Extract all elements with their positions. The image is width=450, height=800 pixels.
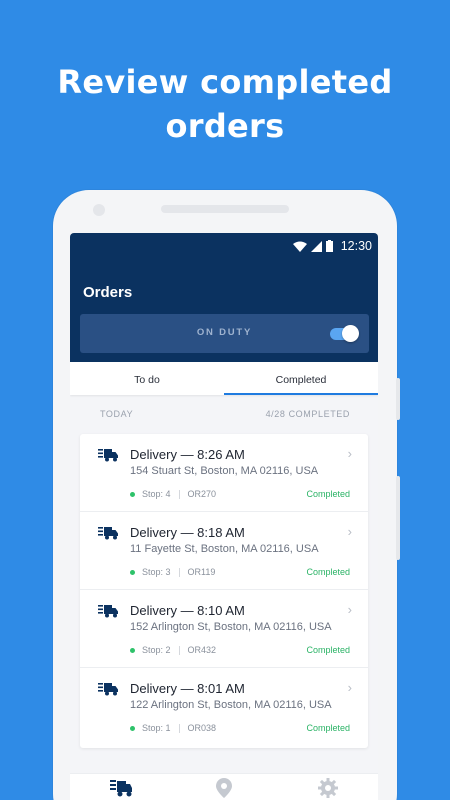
order-row[interactable]: Delivery — 8:01 AM 122 Arlington St, Bost… xyxy=(80,668,368,746)
order-stop: Stop: 1 xyxy=(142,723,171,733)
order-address: 122 Arlington St, Boston, MA 02116, USA xyxy=(130,699,332,711)
speaker-grille xyxy=(161,205,289,213)
section-header: TODAY 4/28 COMPLETED xyxy=(100,409,350,419)
chevron-right-icon[interactable]: › xyxy=(348,524,352,539)
order-stop: Stop: 4 xyxy=(142,489,171,499)
order-stop: Stop: 2 xyxy=(142,645,171,655)
chevron-right-icon[interactable]: › xyxy=(348,602,352,617)
status-badge: Completed xyxy=(306,723,350,733)
divider xyxy=(178,567,180,577)
clock: 12:30 xyxy=(340,239,372,253)
status-bar: 12:30 xyxy=(292,237,372,255)
phone-side-button xyxy=(396,378,400,420)
delivery-truck-icon xyxy=(98,605,118,618)
tab-to-do[interactable]: To do xyxy=(70,362,224,395)
phone-screen: 12:30 Orders ON DUTY To do Completed TOD… xyxy=(70,233,378,800)
completed-count: 4/28 COMPLETED xyxy=(265,409,350,419)
order-row[interactable]: Delivery — 8:26 AM 154 Stuart St, Boston,… xyxy=(80,434,368,512)
order-meta: Stop: 3 OR119 xyxy=(130,567,215,577)
status-dot xyxy=(130,725,135,731)
divider xyxy=(178,723,180,733)
order-title: Delivery — 8:26 AM xyxy=(130,447,245,462)
tab-bar: To do Completed xyxy=(70,362,378,395)
status-badge: Completed xyxy=(306,489,350,499)
order-row[interactable]: Delivery — 8:10 AM 152 Arlington St, Bost… xyxy=(80,590,368,668)
order-code: OR270 xyxy=(187,489,217,499)
bottom-navigation xyxy=(70,773,378,800)
headline-line-1: Review completed xyxy=(57,63,393,101)
order-title: Delivery — 8:10 AM xyxy=(130,603,245,618)
order-address: 11 Fayette St, Boston, MA 02116, USA xyxy=(130,543,319,555)
divider xyxy=(178,645,180,655)
order-address: 152 Arlington St, Boston, MA 02116, USA xyxy=(130,621,332,633)
chevron-right-icon[interactable]: › xyxy=(348,680,352,695)
order-address: 154 Stuart St, Boston, MA 02116, USA xyxy=(130,465,319,477)
orders-truck-icon[interactable] xyxy=(110,778,132,798)
order-meta: Stop: 4 OR270 xyxy=(130,489,216,499)
status-dot xyxy=(130,569,135,575)
order-title: Delivery — 8:01 AM xyxy=(130,681,245,696)
delivery-truck-icon xyxy=(98,683,118,696)
status-badge: Completed xyxy=(306,645,350,655)
camera-icon xyxy=(93,204,105,216)
order-stop: Stop: 3 xyxy=(142,567,171,577)
section-day: TODAY xyxy=(100,409,134,419)
toggle-knob xyxy=(342,325,359,342)
status-badge: Completed xyxy=(306,567,350,577)
page-title: Orders xyxy=(83,284,133,301)
order-code: OR432 xyxy=(187,645,217,655)
wifi-icon xyxy=(292,241,307,252)
tab-completed[interactable]: Completed xyxy=(224,362,378,395)
on-duty-bar[interactable]: ON DUTY xyxy=(80,314,369,353)
app-bar: 12:30 Orders ON DUTY xyxy=(70,233,378,362)
location-pin-icon[interactable] xyxy=(216,778,232,798)
phone-volume-button xyxy=(396,476,400,560)
order-title: Delivery — 8:18 AM xyxy=(130,525,245,540)
status-dot xyxy=(130,647,135,653)
battery-icon xyxy=(325,240,333,252)
status-dot xyxy=(130,491,135,497)
delivery-truck-icon xyxy=(98,527,118,540)
order-meta: Stop: 2 OR432 xyxy=(130,645,216,655)
on-duty-toggle[interactable] xyxy=(330,325,359,342)
order-code: OR038 xyxy=(187,723,217,733)
signal-icon xyxy=(310,240,322,252)
headline-line-2: orders xyxy=(165,107,285,145)
order-row[interactable]: Delivery — 8:18 AM 11 Fayette St, Boston,… xyxy=(80,512,368,590)
divider xyxy=(178,489,180,499)
chevron-right-icon[interactable]: › xyxy=(348,446,352,461)
gear-icon[interactable] xyxy=(318,778,338,798)
on-duty-label: ON DUTY xyxy=(196,327,253,338)
delivery-truck-icon xyxy=(98,449,118,462)
order-meta: Stop: 1 OR038 xyxy=(130,723,216,733)
order-code: OR119 xyxy=(187,567,216,577)
headline: Review completed orders xyxy=(0,60,450,148)
orders-list: Delivery — 8:26 AM 154 Stuart St, Boston,… xyxy=(80,434,368,748)
